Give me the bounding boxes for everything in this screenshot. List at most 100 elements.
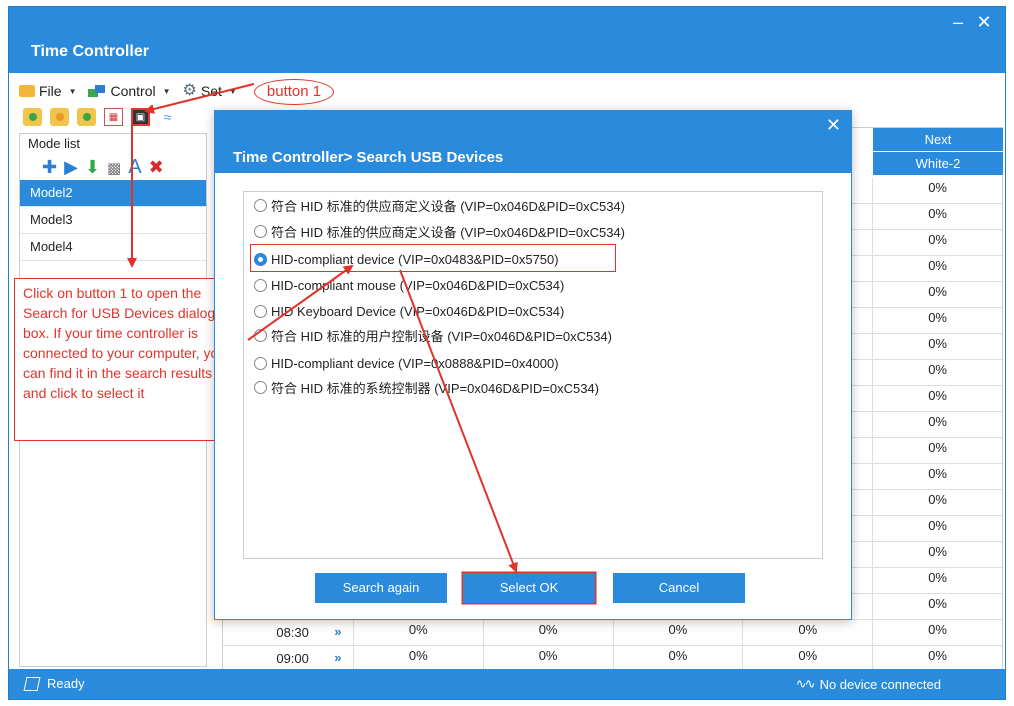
- wireless-button[interactable]: ≈: [158, 108, 177, 126]
- check-file-button[interactable]: [77, 108, 96, 126]
- table-cell[interactable]: 0%: [872, 464, 1002, 489]
- device-option[interactable]: 符合 HID 标准的供应商定义设备 (VIP=0x046D&PID=0xC534…: [254, 194, 625, 216]
- search-usb-button[interactable]: ▣: [131, 108, 150, 126]
- menu-set-label: Set: [200, 83, 222, 99]
- minimize-button[interactable]: ‒: [949, 13, 967, 31]
- radio-button[interactable]: [254, 198, 267, 212]
- search-usb-dialog: Time Controller> Search USB Devices ✕ 符合…: [214, 110, 852, 620]
- save-icon[interactable]: ▩: [107, 159, 121, 177]
- device-option[interactable]: HID-compliant device (VIP=0x0483&PID=0x5…: [254, 248, 559, 270]
- menu-set[interactable]: ⚙ Set ▼: [183, 83, 237, 100]
- table-cell[interactable]: 0%: [872, 230, 1002, 255]
- status-ready-text: Ready: [47, 676, 85, 691]
- table-cell[interactable]: 0%: [872, 360, 1002, 385]
- device-option[interactable]: HID-compliant mouse (VIP=0x046D&PID=0xC5…: [254, 274, 564, 296]
- device-label: 符合 HID 标准的用户控制设备 (VIP=0x046D&PID=0xC534): [271, 328, 612, 344]
- table-cell[interactable]: 0%: [872, 308, 1002, 333]
- download-icon[interactable]: ⬇: [85, 157, 100, 178]
- grid-header-next: Next: [873, 128, 1003, 152]
- table-cell[interactable]: 0%: [482, 646, 613, 671]
- table-cell[interactable]: 0%: [352, 620, 483, 645]
- check-icon: [82, 113, 91, 121]
- menu-bar: File ▼ Control ▼ ⚙ Set ▼: [19, 81, 237, 101]
- table-cell[interactable]: 0%: [742, 646, 872, 671]
- table-cell[interactable]: 0%: [872, 282, 1002, 307]
- radio-button[interactable]: [254, 304, 267, 318]
- dialog-title: Time Controller> Search USB Devices: [233, 149, 504, 166]
- device-option[interactable]: HID Keyboard Device (VIP=0x046D&PID=0xC5…: [254, 300, 564, 322]
- time-cell: 09:00: [276, 651, 309, 666]
- add-mode-icon[interactable]: ✚: [42, 157, 57, 178]
- cancel-button[interactable]: Cancel: [613, 573, 745, 603]
- edit-file-button[interactable]: [50, 108, 69, 126]
- device-label: 符合 HID 标准的供应商定义设备 (VIP=0x046D&PID=0xC534…: [271, 224, 625, 240]
- menu-control-label: Control: [110, 83, 156, 99]
- table-cell[interactable]: 0%: [872, 490, 1002, 515]
- device-label: 符合 HID 标准的系统控制器 (VIP=0x046D&PID=0xC534): [271, 380, 599, 396]
- title-bar: Time Controller ‒ ✕: [9, 7, 1005, 73]
- add-file-button[interactable]: [23, 108, 42, 126]
- dialog-close-button[interactable]: ✕: [826, 115, 841, 136]
- wifi-icon: ≈: [163, 109, 172, 125]
- mode-list-item[interactable]: Model2: [20, 180, 206, 207]
- close-window-button[interactable]: ✕: [975, 13, 993, 31]
- play-icon[interactable]: ▶: [64, 157, 78, 178]
- toolbar: ▦ ▣ ≈: [23, 107, 177, 127]
- device-option[interactable]: 符合 HID 标准的供应商定义设备 (VIP=0x046D&PID=0xC534…: [254, 220, 625, 242]
- control-icon: [88, 85, 106, 97]
- device-option[interactable]: 符合 HID 标准的用户控制设备 (VIP=0x046D&PID=0xC534): [254, 324, 612, 346]
- table-cell[interactable]: 0%: [872, 568, 1002, 593]
- device-label: 符合 HID 标准的供应商定义设备 (VIP=0x046D&PID=0xC534…: [271, 198, 625, 214]
- connection-wave-icon: ∿∿: [795, 676, 816, 691]
- table-cell[interactable]: 0%: [872, 178, 1002, 203]
- radio-button[interactable]: [254, 278, 267, 292]
- delete-icon[interactable]: ✖: [149, 157, 164, 178]
- radio-button[interactable]: [254, 328, 267, 342]
- status-bar: Ready ∿∿ No device connected: [9, 669, 1005, 699]
- calendar-button[interactable]: ▦: [104, 108, 123, 126]
- table-cell[interactable]: 0%: [742, 620, 872, 645]
- device-label: HID Keyboard Device (VIP=0x046D&PID=0xC5…: [271, 303, 565, 319]
- expand-row-icon[interactable]: »: [323, 646, 353, 671]
- mode-list-item[interactable]: Model4: [20, 234, 206, 261]
- mode-list-tools: ✚ ▶ ⬇ ▩ A ✖: [42, 156, 164, 179]
- radio-button[interactable]: [254, 252, 267, 266]
- table-cell[interactable]: 0%: [872, 516, 1002, 541]
- table-cell[interactable]: 0%: [872, 204, 1002, 229]
- table-cell[interactable]: 0%: [872, 646, 1002, 671]
- radio-button[interactable]: [254, 356, 267, 370]
- table-cell[interactable]: 0%: [872, 386, 1002, 411]
- select-ok-button[interactable]: Select OK: [463, 573, 595, 603]
- status-device-text: No device connected: [819, 676, 941, 692]
- table-cell[interactable]: 0%: [352, 646, 483, 671]
- status-ready: Ready: [23, 676, 85, 691]
- table-cell[interactable]: 0%: [872, 620, 1002, 645]
- radio-button[interactable]: [254, 380, 267, 394]
- table-cell[interactable]: 0%: [872, 334, 1002, 359]
- table-cell[interactable]: 0%: [612, 620, 743, 645]
- grid-header-channel: White-2: [873, 152, 1003, 176]
- table-cell[interactable]: 0%: [872, 438, 1002, 463]
- table-cell[interactable]: 0%: [872, 412, 1002, 437]
- device-option[interactable]: 符合 HID 标准的系统控制器 (VIP=0x046D&PID=0xC534): [254, 376, 599, 398]
- radio-button[interactable]: [254, 224, 267, 238]
- table-cell[interactable]: 0%: [482, 620, 613, 645]
- table-row: 08:30» 0% 0% 0% 0% 0%: [223, 620, 1002, 646]
- table-cell[interactable]: 0%: [872, 542, 1002, 567]
- menu-control[interactable]: Control ▼: [88, 83, 171, 99]
- caret-down-icon: ▼: [228, 86, 237, 96]
- device-label: HID-compliant device (VIP=0x0888&PID=0x4…: [271, 355, 559, 371]
- table-cell[interactable]: 0%: [872, 256, 1002, 281]
- expand-row-icon[interactable]: »: [323, 620, 353, 645]
- folder-icon: [19, 85, 35, 97]
- device-label: HID-compliant device (VIP=0x0483&PID=0x5…: [271, 251, 559, 267]
- table-cell[interactable]: 0%: [612, 646, 743, 671]
- search-again-button[interactable]: Search again: [315, 573, 447, 603]
- rename-icon[interactable]: A: [128, 156, 141, 179]
- caret-down-icon: ▼: [68, 86, 77, 96]
- mode-list-item[interactable]: Model3: [20, 207, 206, 234]
- caret-down-icon: ▼: [162, 86, 171, 96]
- menu-file[interactable]: File ▼: [19, 83, 76, 99]
- device-option[interactable]: HID-compliant device (VIP=0x0888&PID=0x4…: [254, 352, 559, 374]
- table-cell[interactable]: 0%: [872, 594, 1002, 619]
